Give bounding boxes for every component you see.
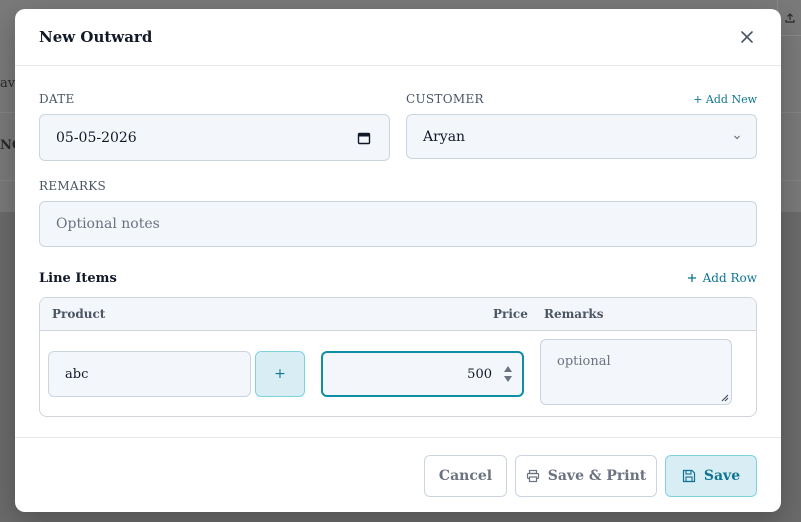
remarks-field-group: REMARKS Optional notes: [39, 177, 757, 247]
add-product-button[interactable]: +: [255, 351, 305, 397]
add-row-label: Add Row: [702, 271, 757, 285]
line-items-title: Line Items: [39, 270, 117, 286]
column-header-product: Product: [52, 307, 106, 321]
save-and-print-label: Save & Print: [547, 468, 647, 484]
customer-label: CUSTOMER + Add New: [406, 90, 757, 108]
close-icon: [741, 31, 753, 43]
remarks-label-text: REMARKS: [39, 179, 107, 193]
stepper-up-icon[interactable]: [503, 365, 513, 373]
save-label: Save: [703, 468, 741, 484]
row-remarks-placeholder: optional: [557, 354, 611, 369]
printer-icon: [526, 469, 539, 483]
line-items-table-header: Product Price Remarks: [40, 298, 756, 331]
column-header-price: Price: [493, 307, 528, 321]
save-and-print-button[interactable]: Save & Print: [515, 455, 657, 497]
row-remarks-input[interactable]: optional: [540, 339, 732, 405]
price-input[interactable]: 500: [321, 351, 524, 397]
plus-icon: [687, 274, 696, 282]
save-button[interactable]: Save: [665, 455, 757, 497]
chevron-down-icon: [734, 135, 740, 140]
dialog-header: New Outward: [15, 9, 781, 66]
save-icon: [682, 469, 695, 483]
date-field-group: DATE 05-05-2026: [39, 90, 390, 161]
date-input[interactable]: 05-05-2026: [39, 114, 390, 161]
date-value: 05-05-2026: [56, 129, 137, 146]
close-button[interactable]: [737, 27, 757, 47]
line-items-table: Product Price Remarks abc + 500 optional: [39, 297, 757, 417]
new-outward-dialog: New Outward DATE 05-05-2026 CUSTOMER + A…: [15, 9, 781, 512]
dialog-title: New Outward: [39, 28, 153, 46]
remarks-input[interactable]: Optional notes: [39, 201, 757, 247]
dialog-body: DATE 05-05-2026 CUSTOMER + Add New Aryan: [15, 66, 781, 417]
date-label: DATE: [39, 90, 390, 108]
add-row-button[interactable]: Add Row: [687, 271, 757, 285]
cancel-label: Cancel: [438, 468, 493, 484]
remarks-placeholder: Optional notes: [56, 216, 160, 232]
date-label-text: DATE: [39, 92, 75, 106]
customer-value: Aryan: [423, 128, 466, 145]
resize-handle-icon[interactable]: [721, 394, 729, 402]
cancel-button[interactable]: Cancel: [424, 455, 507, 497]
dialog-footer: Cancel Save & Print Save: [15, 437, 781, 512]
customer-field-group: CUSTOMER + Add New Aryan: [406, 90, 757, 161]
stepper-down-icon[interactable]: [503, 375, 513, 383]
add-product-label: +: [274, 366, 286, 382]
price-stepper[interactable]: [503, 365, 513, 383]
date-customer-row: DATE 05-05-2026 CUSTOMER + Add New Aryan: [39, 90, 757, 161]
product-value: abc: [65, 366, 89, 382]
table-row: abc + 500 optional: [40, 331, 756, 416]
add-new-customer-link[interactable]: + Add New: [693, 93, 757, 106]
line-items-header: Line Items Add Row: [39, 269, 757, 287]
customer-label-text: CUSTOMER: [406, 92, 484, 106]
price-value: 500: [467, 366, 492, 382]
remarks-label: REMARKS: [39, 177, 757, 195]
customer-select[interactable]: Aryan: [406, 114, 757, 159]
product-input[interactable]: abc: [48, 351, 251, 397]
column-header-remarks: Remarks: [544, 307, 604, 321]
calendar-icon[interactable]: [357, 131, 371, 145]
